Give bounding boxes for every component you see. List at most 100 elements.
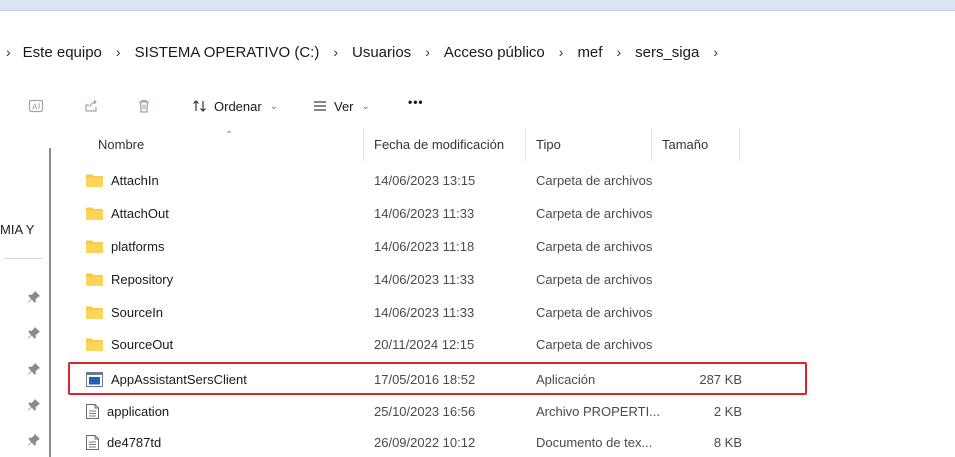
file-type: Carpeta de archivos [536, 238, 653, 254]
file-row[interactable]: Repository 14/06/2023 11:33 Carpeta de a… [72, 264, 808, 294]
chevron-right-icon[interactable]: › [559, 44, 564, 60]
breadcrumb-item-acceso-publico[interactable]: Acceso público [444, 42, 545, 63]
chevron-right-icon[interactable]: › [425, 44, 430, 60]
file-name: SourceOut [111, 336, 174, 352]
breadcrumb-item-drive-c[interactable]: SISTEMA OPERATIVO (C:) [135, 42, 320, 63]
file-row[interactable]: AttachOut 14/06/2023 11:33 Carpeta de ar… [72, 198, 808, 228]
breadcrumb: › Este equipo › SISTEMA OPERATIVO (C:) ›… [0, 31, 955, 73]
file-type: Carpeta de archivos [536, 304, 653, 320]
file-row[interactable]: AppAssistantSersClient 17/05/2016 18:52 … [72, 364, 808, 394]
breadcrumb-item-este-equipo[interactable]: Este equipo [23, 42, 102, 63]
file-name: Repository [111, 271, 174, 287]
file-type: Archivo PROPERTI... [536, 403, 661, 419]
file-row[interactable]: SourceIn 14/06/2023 11:33 Carpeta de arc… [72, 297, 808, 327]
nav-item-partial-label[interactable]: MIA Y [0, 222, 34, 237]
navigation-pane-scrollbar[interactable] [49, 148, 51, 457]
file-type: Carpeta de archivos [536, 205, 653, 221]
file-name-cell: AttachOut [86, 206, 169, 221]
view-button[interactable]: Ver ⌄ [312, 98, 370, 114]
sort-icon [193, 100, 206, 112]
file-date: 14/06/2023 11:33 [374, 304, 475, 320]
file-row[interactable]: AttachIn 14/06/2023 13:15 Carpeta de arc… [72, 165, 808, 195]
column-header-size-label: Tamaño [662, 137, 709, 152]
file-row[interactable]: application 25/10/2023 16:56 Archivo PRO… [72, 396, 808, 426]
navigation-pane: MIA Y [0, 128, 51, 457]
nav-separator [4, 258, 42, 259]
file-type: Carpeta de archivos [536, 336, 653, 352]
file-date: 14/06/2023 13:15 [374, 172, 476, 188]
column-header-date-label: Fecha de modificación [374, 137, 505, 152]
view-icon [314, 101, 326, 111]
delete-icon[interactable] [133, 95, 155, 117]
file-date: 17/05/2016 18:52 [374, 371, 476, 387]
column-header-date[interactable]: Fecha de modificación [364, 128, 526, 161]
breadcrumb-item-sers-siga[interactable]: sers_siga [635, 42, 699, 63]
file-name: AttachOut [111, 205, 169, 221]
view-label: Ver [334, 98, 354, 114]
file-name-cell: AttachIn [86, 173, 159, 188]
folder-icon [86, 207, 103, 220]
file-name: platforms [111, 238, 165, 254]
file-row[interactable]: de4787td 26/09/2022 10:12 Documento de t… [72, 427, 808, 457]
file-date: 14/06/2023 11:18 [374, 238, 475, 254]
chevron-down-icon: ⌄ [361, 100, 370, 112]
file-date: 26/09/2022 10:12 [374, 434, 476, 450]
file-list-header: ⌃ Nombre Fecha de modificación Tipo Tama… [72, 128, 740, 161]
folder-icon [86, 306, 103, 319]
window-top-strip [0, 0, 955, 11]
column-header-type[interactable]: Tipo [526, 128, 652, 161]
file-row[interactable]: SourceOut 20/11/2024 12:15 Carpeta de ar… [72, 329, 808, 359]
breadcrumb-item-mef[interactable]: mef [577, 42, 602, 63]
file-size: 287 KB [699, 371, 742, 387]
pin-icon[interactable] [27, 398, 41, 412]
column-header-name[interactable]: ⌃ Nombre [72, 128, 364, 161]
chevron-right-icon[interactable]: › [333, 44, 338, 60]
sort-label: Ordenar [214, 98, 262, 114]
file-type: Documento de tex... [536, 434, 653, 450]
text-document-icon [86, 434, 99, 450]
folder-icon [86, 174, 103, 187]
file-name: application [107, 403, 170, 419]
file-name-cell: AppAssistantSersClient [86, 371, 247, 387]
chevron-right-icon[interactable]: › [116, 44, 121, 60]
chevron-right-icon[interactable]: › [6, 44, 11, 60]
chevron-down-icon: ⌄ [269, 100, 279, 112]
folder-icon [86, 240, 103, 253]
file-name-cell: SourceIn [86, 305, 163, 320]
application-icon [86, 371, 103, 387]
chevron-right-icon[interactable]: › [713, 44, 718, 60]
file-name: AppAssistantSersClient [111, 371, 247, 387]
file-size: 8 KB [713, 434, 742, 450]
rename-icon[interactable]: A [25, 95, 47, 117]
file-date: 20/11/2024 12:15 [374, 336, 475, 352]
file-date: 14/06/2023 11:33 [374, 205, 475, 221]
pin-icon[interactable] [27, 362, 41, 376]
file-type: Aplicación [536, 371, 596, 387]
file-name: SourceIn [111, 304, 164, 320]
pin-icon[interactable] [27, 290, 41, 304]
command-bar: A Ordenar ⌄ Ver ⌄ ••• [0, 85, 955, 127]
file-name-cell: platforms [86, 239, 164, 254]
chevron-right-icon[interactable]: › [616, 44, 621, 60]
file-name-cell: application [86, 403, 170, 419]
breadcrumb-item-usuarios[interactable]: Usuarios [352, 42, 411, 63]
svg-text:A: A [32, 103, 38, 112]
file-date: 14/06/2023 11:33 [374, 271, 475, 287]
sort-ascending-icon: ⌃ [225, 130, 234, 141]
pin-icon[interactable] [27, 326, 41, 340]
file-row[interactable]: platforms 14/06/2023 11:18 Carpeta de ar… [72, 231, 808, 261]
document-icon [86, 403, 99, 419]
column-header-type-label: Tipo [536, 137, 561, 152]
file-name: de4787td [107, 434, 162, 450]
more-options-button[interactable]: ••• [408, 95, 424, 109]
column-header-name-label: Nombre [98, 137, 145, 152]
folder-icon [86, 338, 103, 351]
file-name-cell: SourceOut [86, 337, 173, 352]
share-icon[interactable] [80, 95, 102, 117]
file-name-cell: Repository [86, 272, 173, 287]
column-header-size[interactable]: Tamaño [652, 128, 740, 161]
sort-button[interactable]: Ordenar ⌄ [192, 98, 278, 114]
pin-icon[interactable] [27, 433, 41, 447]
file-name: AttachIn [111, 172, 159, 188]
file-date: 25/10/2023 16:56 [374, 403, 476, 419]
